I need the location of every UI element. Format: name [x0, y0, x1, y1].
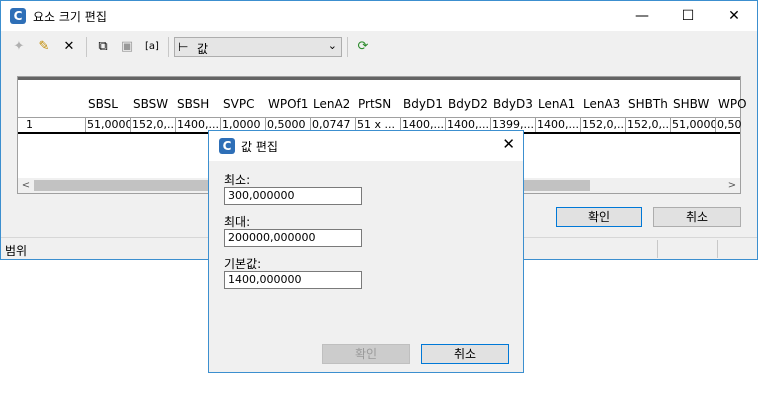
column-header[interactable]: WPOf1 [268, 97, 308, 111]
column-header[interactable]: WPO [718, 97, 747, 111]
value-type-dropdown[interactable]: ⊢ 값 ⌄ [174, 37, 342, 57]
column-header[interactable]: LenA1 [538, 97, 575, 111]
scroll-right-icon[interactable]: > [724, 178, 740, 193]
edit-icon[interactable]: ✎ [34, 37, 54, 57]
copy-icon[interactable]: ⧉ [93, 37, 113, 57]
delete-icon[interactable]: ✕ [59, 37, 79, 57]
ok-button[interactable]: 확인 [556, 207, 642, 227]
dialog-title: 값 편집 [241, 140, 278, 154]
table-cell[interactable]: 51,0000 [670, 118, 715, 132]
app-icon: C [10, 8, 26, 24]
value-type-selected: 값 [197, 42, 209, 56]
column-header[interactable]: SVPC [223, 97, 254, 111]
default-value-input[interactable]: 1400,000000 [224, 271, 362, 289]
edit-value-dialog: C 값 편집 ✕ 최소: 300,000000 최대: 200000,00000… [208, 130, 524, 373]
column-header[interactable]: BdyD3 [493, 97, 533, 111]
column-header[interactable]: LenA2 [313, 97, 350, 111]
column-header[interactable]: PrtSN [358, 97, 391, 111]
table-cell[interactable]: 152,0,... [130, 118, 175, 132]
maximize-button[interactable]: ☐ [665, 1, 711, 31]
table-cell[interactable]: 51,0000 [85, 118, 130, 132]
window-title: 요소 크기 편집 [33, 10, 107, 24]
column-header[interactable]: BdyD2 [448, 97, 488, 111]
paste-icon[interactable]: ▣ [117, 37, 137, 57]
row-number[interactable]: 1 [26, 118, 33, 131]
toolbar: ✦ ✎ ✕ ⧉ ▣ [a] ⊢ 값 ⌄ ⟳ [1, 32, 757, 62]
new-icon[interactable]: ✦ [9, 37, 29, 57]
scroll-left-icon[interactable]: < [18, 178, 34, 193]
refresh-icon[interactable]: ⟳ [353, 37, 373, 57]
cancel-button[interactable]: 취소 [653, 207, 741, 227]
column-header[interactable]: SBSL [88, 97, 118, 111]
dialog-close-button[interactable]: ✕ [502, 135, 515, 153]
min-label: 최소: [224, 173, 251, 187]
max-label: 최대: [224, 215, 251, 229]
status-divider [717, 240, 718, 258]
chevron-down-icon: ⌄ [327, 39, 337, 52]
column-header[interactable]: SHBW [673, 97, 709, 111]
max-value-input[interactable]: 200000,000000 [224, 229, 362, 247]
status-text: 범위 [5, 244, 28, 258]
dialog-title-bar: C 값 편집 ✕ [209, 131, 523, 161]
dialog-cancel-button[interactable]: 취소 [421, 344, 509, 364]
minimize-button[interactable]: — [619, 1, 665, 31]
table-cell[interactable]: 1400,... [535, 118, 580, 132]
status-divider [657, 240, 658, 258]
title-bar: C 요소 크기 편집 — ☐ ✕ [1, 1, 757, 31]
dialog-ok-button[interactable]: 확인 [322, 344, 410, 364]
column-header[interactable]: LenA3 [583, 97, 620, 111]
rename-icon[interactable]: [a] [142, 37, 162, 57]
app-icon: C [219, 138, 235, 154]
column-header[interactable]: SHBTh [628, 97, 668, 111]
close-button[interactable]: ✕ [711, 1, 757, 31]
table-cell[interactable]: 152,0,... [625, 118, 670, 132]
value-icon: ⊢ [178, 40, 189, 54]
min-value-input[interactable]: 300,000000 [224, 187, 362, 205]
grid-top-border [18, 77, 740, 80]
column-header[interactable]: SBSW [133, 97, 168, 111]
toolbar-separator [168, 37, 169, 57]
toolbar-separator [347, 37, 348, 57]
default-label: 기본값: [224, 257, 262, 271]
table-cell[interactable]: 152,0,... [580, 118, 625, 132]
toolbar-separator [86, 37, 87, 57]
column-header[interactable]: SBSH [177, 97, 209, 111]
table-cell[interactable]: 0,500 [715, 118, 741, 132]
column-header[interactable]: BdyD1 [403, 97, 443, 111]
